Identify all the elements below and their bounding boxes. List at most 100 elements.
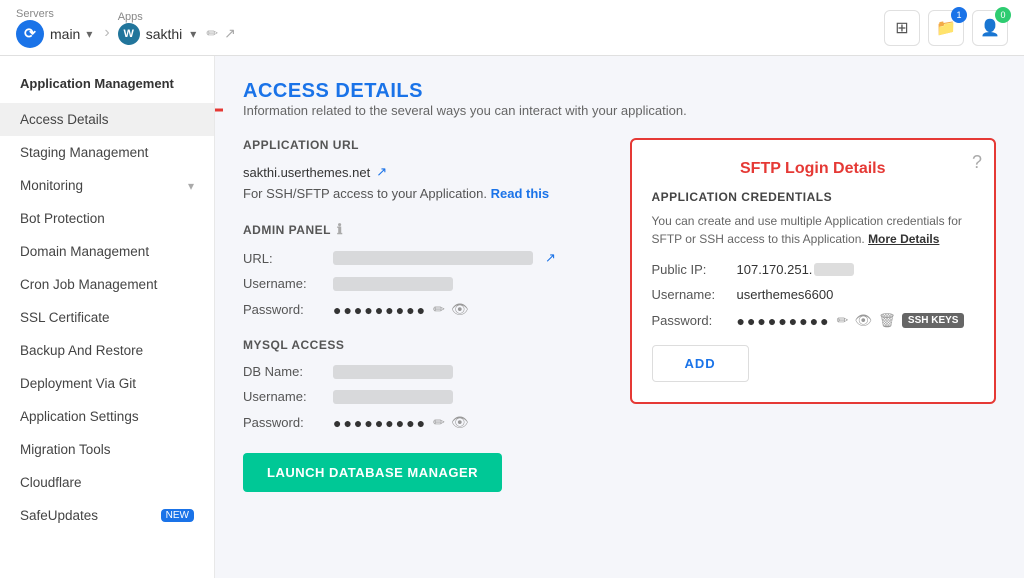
read-this-link[interactable]: Read this	[491, 186, 550, 201]
sftp-password-show-icon[interactable]: 👁	[854, 312, 872, 329]
mysql-password-edit-icon[interactable]: ✏	[433, 414, 445, 431]
sftp-password-dots: ●●●●●●●●●	[737, 313, 831, 329]
more-details-link[interactable]: More Details	[868, 232, 939, 246]
sftp-panel: SFTP Login Details APPLICATION CREDENTIA…	[630, 138, 997, 404]
app-selector[interactable]: W sakthi ▾ ✏ ↗	[118, 23, 236, 45]
admin-password-edit-icon[interactable]: ✏	[433, 301, 445, 318]
servers-label: Servers	[16, 8, 92, 20]
mysql-username-row: Username:	[243, 389, 610, 404]
sftp-username-row: Username: userthemes6600	[652, 287, 975, 302]
sidebar: Application Management Access Details St…	[0, 56, 215, 578]
sftp-username-value: userthemes6600	[737, 287, 834, 302]
apps-section: Apps W sakthi ▾ ✏ ↗	[118, 11, 236, 45]
ssh-sftp-text-row: For SSH/SFTP access to your Application.…	[243, 186, 610, 201]
launch-database-manager-button[interactable]: LAUNCH DATABASE MANAGER	[243, 453, 502, 492]
sidebar-title: Application Management	[0, 76, 214, 103]
page-description: Information related to the several ways …	[243, 103, 996, 118]
sidebar-item-staging-management[interactable]: Staging Management	[0, 136, 214, 169]
admin-url-label: URL:	[243, 251, 333, 266]
app-dropdown-icon[interactable]: ▾	[190, 27, 196, 41]
top-navigation: Servers ⟳ main ▾ › Apps W sakthi ▾ ✏ ↗ ⊞…	[0, 0, 1024, 56]
ssh-keys-button[interactable]: SSH KEYS	[902, 313, 965, 328]
mysql-username-blurred	[333, 390, 453, 404]
sidebar-item-bot-protection[interactable]: Bot Protection	[0, 202, 214, 235]
admin-url-row: URL: ↗	[243, 250, 610, 266]
sftp-password-label: Password:	[652, 313, 737, 328]
app-credentials-desc: You can create and use multiple Applicat…	[652, 212, 975, 248]
grid-view-button[interactable]: ⊞	[884, 10, 920, 46]
sidebar-label-bot-protection: Bot Protection	[20, 211, 105, 226]
right-column: SFTP Login Details APPLICATION CREDENTIA…	[630, 138, 997, 512]
sidebar-item-monitoring[interactable]: Monitoring ▾	[0, 169, 214, 202]
app-url-external-icon[interactable]: ↗	[376, 164, 387, 180]
sftp-password-delete-icon[interactable]: 🗑	[878, 312, 896, 329]
monitoring-chevron-icon: ▾	[188, 179, 194, 193]
sidebar-item-migration-tools[interactable]: Migration Tools	[0, 433, 214, 466]
add-credentials-button[interactable]: ADD	[652, 345, 749, 382]
sidebar-label-access-details: Access Details	[20, 112, 109, 127]
sidebar-label-deployment-via-git: Deployment Via Git	[20, 376, 136, 391]
sidebar-item-backup-and-restore[interactable]: Backup And Restore	[0, 334, 214, 367]
sidebar-item-access-details[interactable]: Access Details	[0, 103, 214, 136]
nav-action-icons: ⊞ 📁 1 👤 0	[884, 10, 1008, 46]
admin-username-label: Username:	[243, 276, 333, 291]
server-dropdown-icon[interactable]: ▾	[86, 27, 92, 41]
sftp-password-row: Password: ●●●●●●●●● ✏ 👁 🗑 SSH KEYS	[652, 312, 975, 329]
mysql-dbname-label: DB Name:	[243, 364, 333, 379]
admin-panel-section: ADMIN PANEL ℹ URL: ↗ Username:	[243, 221, 610, 318]
mysql-dbname-row: DB Name:	[243, 364, 610, 379]
admin-panel-info-icon[interactable]: ℹ	[337, 221, 343, 238]
nav-separator: ›	[104, 24, 109, 42]
sftp-login-details-title: SFTP Login Details	[652, 160, 975, 178]
sidebar-item-safeupdates[interactable]: SafeUpdates NEW	[0, 499, 214, 532]
admin-panel-title-row: ADMIN PANEL ℹ	[243, 221, 610, 238]
sidebar-label-monitoring: Monitoring	[20, 178, 83, 193]
page-title: ACCESS DETAILS	[243, 80, 996, 103]
app-url-section-title: APPLICATION URL	[243, 138, 610, 152]
sftp-password-edit-icon[interactable]: ✏	[837, 312, 849, 329]
admin-password-dots: ●●●●●●●●●	[333, 302, 427, 318]
admin-password-label: Password:	[243, 302, 333, 317]
public-ip-label: Public IP:	[652, 262, 737, 277]
app-external-link-icon[interactable]: ↗	[224, 25, 236, 42]
public-ip-value: 107.170.251.	[737, 262, 813, 277]
page-content-wrapper: ACCESS DETAILS Information related to th…	[243, 80, 996, 512]
sidebar-item-application-settings[interactable]: Application Settings	[0, 400, 214, 433]
admin-url-value-row: ↗	[333, 250, 556, 266]
mysql-password-label: Password:	[243, 415, 333, 430]
admin-password-show-icon[interactable]: 👁	[451, 301, 469, 318]
sidebar-label-backup-and-restore: Backup And Restore	[20, 343, 143, 358]
mysql-access-section: MYSQL ACCESS DB Name: Username: Password…	[243, 338, 610, 492]
admin-url-blurred	[333, 251, 533, 265]
mysql-password-show-icon[interactable]: 👁	[451, 414, 469, 431]
left-column: APPLICATION URL sakthi.userthemes.net ↗ …	[243, 138, 610, 512]
admin-url-external-icon[interactable]: ↗	[545, 250, 556, 266]
sidebar-label-ssl-certificate: SSL Certificate	[20, 310, 110, 325]
servers-section: Servers ⟳ main ▾	[16, 8, 92, 48]
files-badge: 1	[951, 7, 967, 23]
sidebar-item-cron-job-management[interactable]: Cron Job Management	[0, 268, 214, 301]
admin-password-row: Password: ●●●●●●●●● ✏ 👁	[243, 301, 610, 318]
sidebar-item-cloudflare[interactable]: Cloudflare	[0, 466, 214, 499]
sidebar-label-application-settings: Application Settings	[20, 409, 139, 424]
grid-icon: ⊞	[895, 18, 908, 38]
files-button[interactable]: 📁 1	[928, 10, 964, 46]
mysql-username-label: Username:	[243, 389, 333, 404]
server-name: main	[50, 26, 80, 42]
main-layout: Application Management Access Details St…	[0, 56, 1024, 578]
app-name: sakthi	[146, 26, 183, 42]
wordpress-icon: W	[118, 23, 140, 45]
admin-panel-section-title: ADMIN PANEL	[243, 223, 331, 237]
ssh-sftp-text: For SSH/SFTP access to your Application.	[243, 186, 487, 201]
help-icon[interactable]: ?	[972, 152, 982, 173]
sidebar-label-cloudflare: Cloudflare	[20, 475, 82, 490]
server-selector[interactable]: ⟳ main ▾	[16, 20, 92, 48]
sidebar-label-migration-tools: Migration Tools	[20, 442, 111, 457]
users-button[interactable]: 👤 0	[972, 10, 1008, 46]
public-ip-blurred-suffix	[814, 263, 854, 276]
app-edit-icon[interactable]: ✏	[206, 25, 218, 42]
sidebar-item-deployment-via-git[interactable]: Deployment Via Git	[0, 367, 214, 400]
sidebar-item-domain-management[interactable]: Domain Management	[0, 235, 214, 268]
server-logo: ⟳	[16, 20, 44, 48]
sidebar-item-ssl-certificate[interactable]: SSL Certificate	[0, 301, 214, 334]
